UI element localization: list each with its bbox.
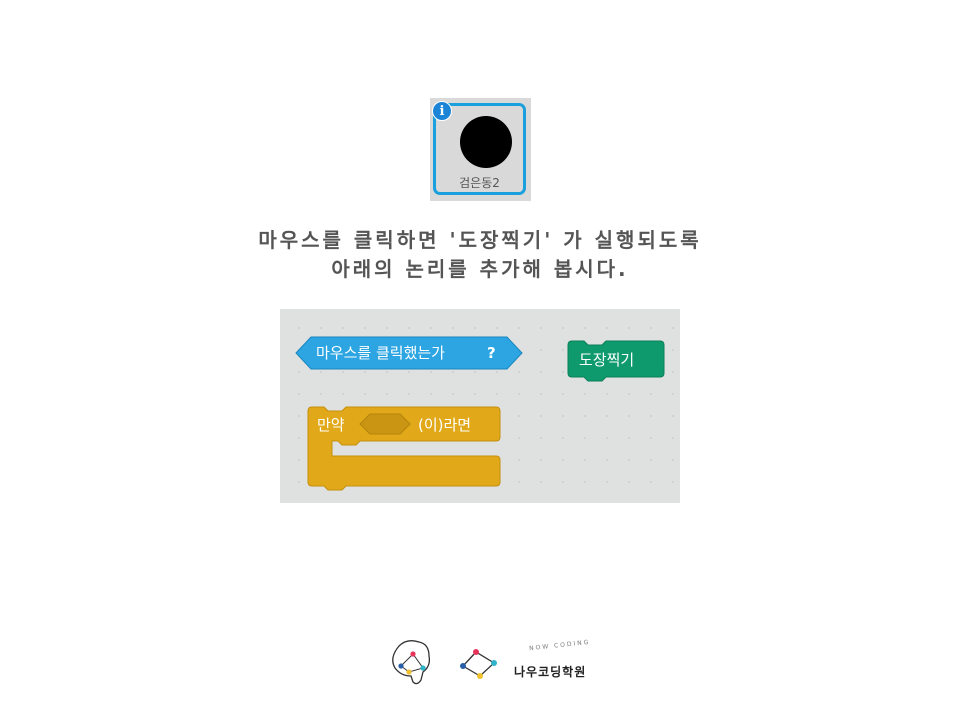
black-ball-costume — [460, 116, 512, 168]
footer-logos: NOW CODING 나우코딩학원 — [387, 636, 607, 692]
stamp-block-label: 도장찍기 — [579, 351, 634, 369]
then-label: (이)라면 — [418, 416, 471, 434]
sprite-card[interactable]: 검은동2 i — [430, 98, 531, 201]
if-then-block[interactable]: 만약 (이)라면 — [307, 406, 501, 491]
info-icon[interactable]: i — [432, 101, 452, 121]
block-palette: 마우스를 클릭했는가 ? 도장찍기 만약 (이)라면 — [280, 309, 680, 503]
if-label: 만약 — [317, 416, 345, 434]
boolean-slot[interactable] — [359, 413, 411, 435]
academy-logo-icons — [392, 640, 497, 685]
academy-tagline: NOW CODING — [528, 638, 591, 653]
academy-name: 나우코딩학원 — [514, 665, 587, 679]
network-nodes-icon — [460, 649, 497, 679]
sprite-name: 검은동2 — [459, 176, 500, 190]
instruction-line-1: 마우스를 클릭하면 '도장찍기' 가 실행되도록 — [258, 228, 702, 252]
sensing-block-label: 마우스를 클릭했는가 — [316, 344, 445, 362]
brain-icon — [392, 640, 431, 685]
stamp-block[interactable]: 도장찍기 — [567, 340, 665, 382]
sensing-question-mark: ? — [487, 344, 496, 362]
mouse-down-sensing-block[interactable]: 마우스를 클릭했는가 ? — [295, 336, 523, 370]
instruction-line-2: 아래의 논리를 추가해 봅시다. — [331, 257, 629, 281]
blocks-canvas: 마우스를 클릭했는가 ? 도장찍기 만약 (이)라면 — [295, 336, 665, 491]
